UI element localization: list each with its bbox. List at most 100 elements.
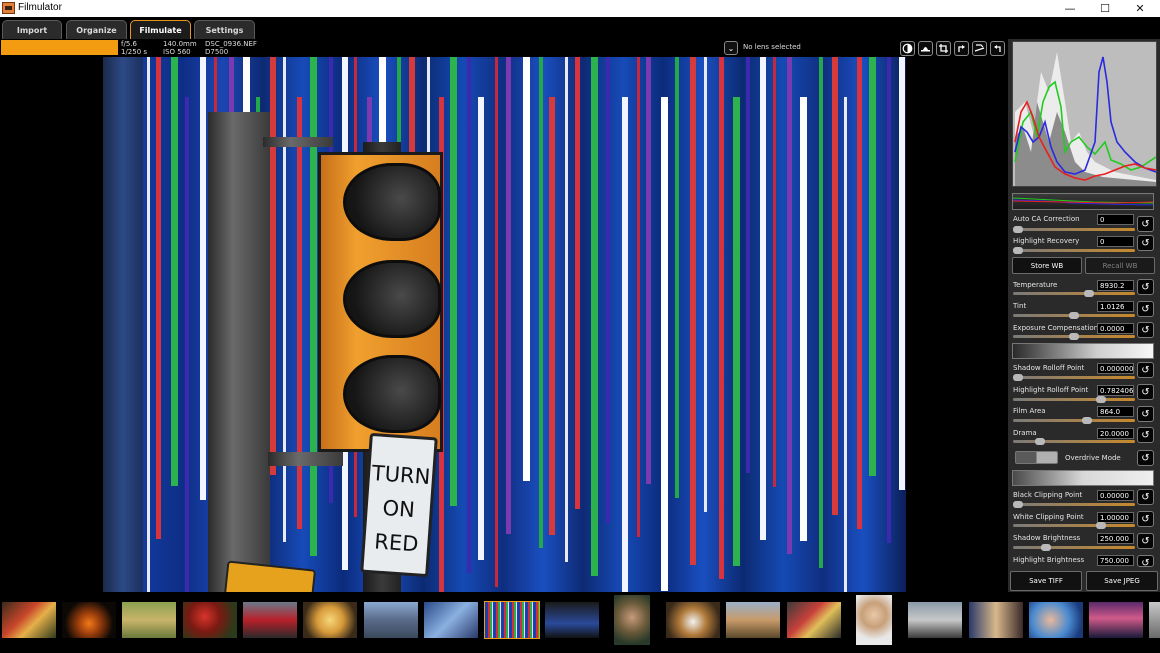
contrast-icon[interactable]	[900, 41, 915, 56]
highlight-rolloff-slider[interactable]	[1013, 396, 1135, 403]
drama-slider[interactable]	[1013, 438, 1135, 445]
histogram	[1012, 41, 1157, 187]
shadow-rolloff-reset-button[interactable]: ↺	[1137, 362, 1154, 378]
maximize-button[interactable]: ☐	[1089, 0, 1121, 17]
photo-stripe	[549, 97, 555, 535]
highlight-rolloff-input[interactable]: 0.782406	[1097, 385, 1134, 396]
highlight-recovery-input[interactable]: 0	[1097, 236, 1134, 247]
drama-reset-button[interactable]: ↺	[1137, 427, 1154, 443]
thumbnail-13[interactable]	[726, 602, 780, 638]
black-clip-input[interactable]: 0.00000	[1097, 490, 1134, 501]
tint-reset-button[interactable]: ↺	[1137, 301, 1154, 317]
highlight-brightness-label: Highlight Brightness	[1013, 556, 1085, 564]
thumbnail-17[interactable]	[969, 602, 1023, 638]
thumbnail-11[interactable]	[614, 595, 650, 645]
highlight-brightness-reset-button[interactable]: ↺	[1137, 555, 1154, 569]
rotate-right-icon[interactable]	[990, 41, 1005, 56]
hat-icon[interactable]	[918, 41, 933, 56]
auto-ca-input[interactable]: 0	[1097, 214, 1134, 225]
auto-ca-thumb[interactable]	[1013, 226, 1023, 233]
minimize-button[interactable]: —	[1054, 0, 1086, 17]
thumbnail-9-selected[interactable]	[484, 601, 540, 639]
film-area-slider[interactable]	[1013, 417, 1135, 424]
thumbnail-7[interactable]	[364, 602, 418, 638]
thumbnail-4[interactable]	[183, 602, 237, 638]
store-wb-button[interactable]: Store WB	[1012, 257, 1082, 274]
temperature-slider[interactable]	[1013, 290, 1135, 297]
auto-ca-reset-button[interactable]: ↺	[1137, 216, 1154, 232]
shadow-brightness-input[interactable]: 250.000	[1097, 533, 1134, 544]
highlight-recovery-thumb[interactable]	[1013, 247, 1023, 254]
white-clip-slider[interactable]	[1013, 522, 1135, 529]
white-clip-thumb[interactable]	[1095, 522, 1106, 529]
thumbnail-10[interactable]	[545, 602, 599, 638]
thumbnail-20[interactable]	[1149, 602, 1160, 638]
save-jpeg-button[interactable]: Save JPEG	[1086, 571, 1158, 591]
reset-icon: ↺	[1141, 325, 1150, 336]
thumbnail-6[interactable]	[303, 602, 357, 638]
exposure-thumb[interactable]	[1069, 333, 1079, 340]
exposure-input[interactable]: 0.0000	[1097, 323, 1134, 334]
reset-icon: ↺	[1141, 387, 1150, 398]
temperature-input[interactable]: 8930.2	[1097, 280, 1134, 291]
thumbnail-19[interactable]	[1089, 602, 1143, 638]
highlight-rolloff-thumb[interactable]	[1095, 396, 1106, 403]
black-clip-thumb[interactable]	[1013, 501, 1023, 508]
filmstrip[interactable]	[0, 592, 1160, 653]
thumbnail-3[interactable]	[122, 602, 176, 638]
tab-import[interactable]: Import	[2, 20, 62, 39]
white-clip-reset-button[interactable]: ↺	[1137, 511, 1154, 527]
recall-wb-button[interactable]: Recall WB	[1085, 257, 1155, 274]
tint-input[interactable]: 1.0126	[1097, 301, 1134, 312]
shadow-rolloff-input[interactable]: 0.000000	[1097, 363, 1134, 374]
shadow-brightness-thumb[interactable]	[1041, 544, 1051, 551]
exposure-reset-button[interactable]: ↺	[1137, 322, 1154, 338]
temperature-thumb[interactable]	[1083, 290, 1094, 297]
drama-thumb[interactable]	[1035, 438, 1046, 445]
highlight-recovery-slider[interactable]	[1013, 247, 1135, 254]
black-clip-slider[interactable]	[1013, 501, 1135, 508]
drama-input[interactable]: 20.0000	[1097, 428, 1134, 439]
thumbnail-8[interactable]	[424, 602, 478, 638]
shadow-brightness-slider[interactable]	[1013, 544, 1135, 551]
save-tiff-button[interactable]: Save TIFF	[1010, 571, 1082, 591]
tab-settings[interactable]: Settings	[194, 20, 255, 39]
temperature-reset-button[interactable]: ↺	[1137, 279, 1154, 295]
thumbnail-14[interactable]	[787, 602, 841, 638]
highlight-rolloff-reset-button[interactable]: ↺	[1137, 384, 1154, 400]
exposure-slider[interactable]	[1013, 333, 1135, 340]
film-area-reset-button[interactable]: ↺	[1137, 406, 1154, 422]
auto-ca-slider[interactable]	[1013, 226, 1135, 233]
thumbnail-1[interactable]	[2, 602, 56, 638]
thumbnail-16[interactable]	[908, 602, 962, 638]
highlight-brightness-input[interactable]: 750.000	[1097, 555, 1134, 566]
photo-viewer[interactable]: TURN ON RED	[103, 57, 906, 592]
thumbnail-2[interactable]	[62, 602, 116, 638]
tab-organize[interactable]: Organize	[66, 20, 127, 39]
tint-thumb[interactable]	[1069, 312, 1079, 319]
lens-dropdown-button[interactable]: ⌄	[724, 41, 738, 55]
black-clip-reset-button[interactable]: ↺	[1137, 489, 1154, 505]
close-button[interactable]: ✕	[1124, 0, 1156, 17]
rotate-left-icon[interactable]	[954, 41, 969, 56]
crop-icon[interactable]	[936, 41, 951, 56]
title-bar: Filmulator — ☐ ✕	[0, 0, 1160, 17]
thumbnail-18[interactable]	[1029, 602, 1083, 638]
shadow-rolloff-thumb[interactable]	[1013, 374, 1023, 381]
leveling-icon[interactable]	[972, 41, 987, 56]
tint-slider[interactable]	[1013, 312, 1135, 319]
film-area-input[interactable]: 864.0	[1097, 406, 1134, 417]
film-area-thumb[interactable]	[1082, 417, 1093, 424]
thumbnail-5[interactable]	[243, 602, 297, 638]
overdrive-reset-button[interactable]: ↺	[1137, 450, 1154, 466]
signal-lamp-top	[343, 163, 441, 241]
highlight-recovery-reset-button[interactable]: ↺	[1137, 235, 1154, 251]
shadow-brightness-reset-button[interactable]: ↺	[1137, 533, 1154, 549]
overdrive-toggle[interactable]	[1015, 451, 1058, 464]
thumbnail-12[interactable]	[666, 602, 720, 638]
warning-sign	[222, 560, 317, 592]
tab-filmulate[interactable]: Filmulate	[130, 20, 191, 39]
shadow-rolloff-slider[interactable]	[1013, 374, 1135, 381]
photo-stripe	[746, 57, 750, 473]
thumbnail-15[interactable]	[856, 595, 892, 645]
